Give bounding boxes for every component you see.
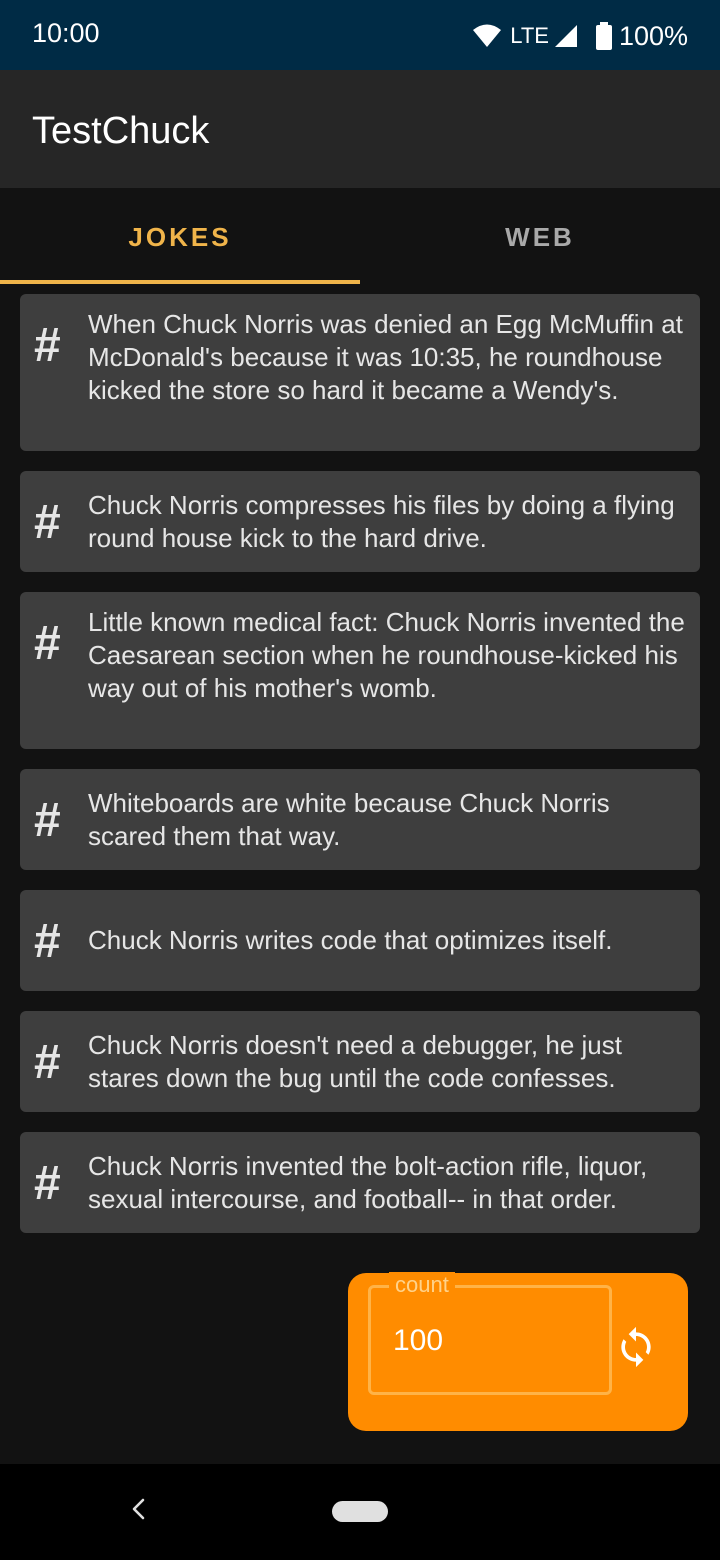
hash-icon: # <box>34 794 61 847</box>
joke-text: Whiteboards are white because Chuck Norr… <box>88 788 610 851</box>
hash-icon: # <box>34 1157 61 1210</box>
joke-card[interactable]: # Chuck Norris compresses his files by d… <box>20 471 700 572</box>
joke-text: Little known medical fact: Chuck Norris … <box>88 607 685 703</box>
status-icons: 4 LTE 100% <box>472 18 688 54</box>
tab-web[interactable]: WEB <box>360 188 720 284</box>
count-value[interactable]: 100 <box>393 1324 443 1358</box>
hash-icon: # <box>34 915 61 968</box>
tab-indicator <box>0 280 360 284</box>
joke-text: Chuck Norris invented the bolt-action ri… <box>88 1151 648 1214</box>
battery-percent: 100% <box>618 20 688 51</box>
svg-text:4: 4 <box>490 39 496 49</box>
joke-card[interactable]: # Chuck Norris doesn't need a debugger, … <box>20 1011 700 1112</box>
network-type: LTE <box>510 23 549 48</box>
tab-bar: JOKES WEB <box>0 188 720 284</box>
wifi-icon: 4 <box>473 24 502 49</box>
status-bar: 10:00 4 LTE 100% <box>0 0 720 70</box>
back-icon[interactable] <box>124 1494 154 1524</box>
app-bar: TestChuck <box>0 70 720 188</box>
count-label: count <box>389 1272 455 1298</box>
home-pill[interactable] <box>332 1501 388 1522</box>
joke-text: Chuck Norris doesn't need a debugger, he… <box>88 1030 622 1093</box>
battery-icon <box>595 22 612 50</box>
joke-text: When Chuck Norris was denied an Egg McMu… <box>88 309 683 405</box>
hash-icon: # <box>34 1036 61 1089</box>
hash-icon: # <box>34 319 61 372</box>
count-panel: count 100 <box>348 1272 688 1431</box>
joke-card[interactable]: # Whiteboards are white because Chuck No… <box>20 769 700 870</box>
refresh-icon[interactable] <box>614 1325 658 1369</box>
joke-card[interactable]: # When Chuck Norris was denied an Egg Mc… <box>20 294 700 451</box>
hash-icon: # <box>34 617 61 670</box>
joke-card[interactable]: # Chuck Norris invented the bolt-action … <box>20 1132 700 1233</box>
count-input[interactable]: count 100 <box>368 1272 612 1395</box>
tab-jokes[interactable]: JOKES <box>0 188 360 284</box>
hash-icon: # <box>34 496 61 549</box>
joke-text: Chuck Norris compresses his files by doi… <box>88 490 675 553</box>
joke-card[interactable]: # Chuck Norris writes code that optimize… <box>20 890 700 991</box>
joke-card[interactable]: # Little known medical fact: Chuck Norri… <box>20 592 700 749</box>
status-time: 10:00 <box>32 18 100 48</box>
joke-text: Chuck Norris writes code that optimizes … <box>88 925 613 955</box>
signal-icon <box>554 25 577 47</box>
app-title: TestChuck <box>32 110 210 152</box>
